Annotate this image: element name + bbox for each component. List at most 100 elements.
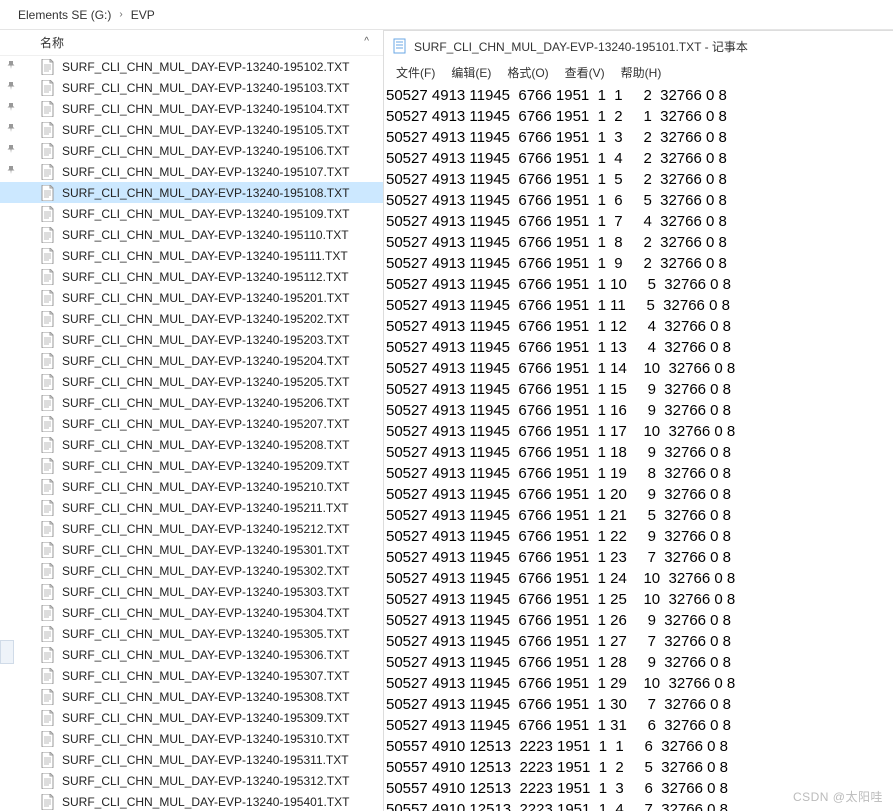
file-row[interactable]: SURF_CLI_CHN_MUL_DAY-EVP-13240-195306.TX… xyxy=(0,644,383,665)
text-file-icon xyxy=(40,164,56,180)
notepad-window: SURF_CLI_CHN_MUL_DAY-EVP-13240-195101.TX… xyxy=(384,30,893,811)
text-line: 50527 4913 11945 6766 1951 1 24 10 32766… xyxy=(384,568,893,589)
file-name: SURF_CLI_CHN_MUL_DAY-EVP-13240-195201.TX… xyxy=(62,291,349,305)
column-header[interactable]: 名称 ^ xyxy=(0,30,383,56)
file-name: SURF_CLI_CHN_MUL_DAY-EVP-13240-195110.TX… xyxy=(62,228,349,242)
pin-icon[interactable] xyxy=(6,81,18,94)
pin-icon[interactable] xyxy=(6,102,18,115)
text-file-icon xyxy=(40,563,56,579)
file-row[interactable]: SURF_CLI_CHN_MUL_DAY-EVP-13240-195109.TX… xyxy=(0,203,383,224)
menu-item[interactable]: 帮助(H) xyxy=(615,62,668,83)
file-name: SURF_CLI_CHN_MUL_DAY-EVP-13240-195102.TX… xyxy=(62,60,349,74)
pin-icon[interactable] xyxy=(6,123,18,136)
file-row[interactable]: SURF_CLI_CHN_MUL_DAY-EVP-13240-195212.TX… xyxy=(0,518,383,539)
text-file-icon xyxy=(40,752,56,768)
file-row[interactable]: SURF_CLI_CHN_MUL_DAY-EVP-13240-195111.TX… xyxy=(0,245,383,266)
text-line: 50527 4913 11945 6766 1951 1 19 8 32766 … xyxy=(384,463,893,484)
pin-icon[interactable] xyxy=(6,60,18,73)
notepad-body[interactable]: 50527 4913 11945 6766 1951 1 1 2 32766 0… xyxy=(384,83,893,811)
file-row[interactable]: SURF_CLI_CHN_MUL_DAY-EVP-13240-195207.TX… xyxy=(0,413,383,434)
file-name: SURF_CLI_CHN_MUL_DAY-EVP-13240-195401.TX… xyxy=(62,795,349,809)
file-row[interactable]: SURF_CLI_CHN_MUL_DAY-EVP-13240-195107.TX… xyxy=(0,161,383,182)
text-file-icon xyxy=(40,374,56,390)
file-row[interactable]: SURF_CLI_CHN_MUL_DAY-EVP-13240-195209.TX… xyxy=(0,455,383,476)
text-line: 50527 4913 11945 6766 1951 1 1 2 32766 0… xyxy=(384,85,893,106)
file-row[interactable]: SURF_CLI_CHN_MUL_DAY-EVP-13240-195310.TX… xyxy=(0,728,383,749)
file-row[interactable]: SURF_CLI_CHN_MUL_DAY-EVP-13240-195210.TX… xyxy=(0,476,383,497)
file-row[interactable]: SURF_CLI_CHN_MUL_DAY-EVP-13240-195305.TX… xyxy=(0,623,383,644)
file-name: SURF_CLI_CHN_MUL_DAY-EVP-13240-195312.TX… xyxy=(62,774,349,788)
file-name: SURF_CLI_CHN_MUL_DAY-EVP-13240-195306.TX… xyxy=(62,648,349,662)
text-file-icon xyxy=(40,731,56,747)
file-row[interactable]: SURF_CLI_CHN_MUL_DAY-EVP-13240-195401.TX… xyxy=(0,791,383,811)
breadcrumb-folder[interactable]: EVP xyxy=(131,8,155,22)
file-row[interactable]: SURF_CLI_CHN_MUL_DAY-EVP-13240-195203.TX… xyxy=(0,329,383,350)
file-row[interactable]: SURF_CLI_CHN_MUL_DAY-EVP-13240-195311.TX… xyxy=(0,749,383,770)
text-file-icon xyxy=(40,773,56,789)
file-row[interactable]: SURF_CLI_CHN_MUL_DAY-EVP-13240-195104.TX… xyxy=(0,98,383,119)
breadcrumb-root[interactable]: Elements SE (G:) xyxy=(18,8,111,22)
text-file-icon xyxy=(40,269,56,285)
file-row[interactable]: SURF_CLI_CHN_MUL_DAY-EVP-13240-195205.TX… xyxy=(0,371,383,392)
menu-item[interactable]: 文件(F) xyxy=(390,62,441,83)
file-row[interactable]: SURF_CLI_CHN_MUL_DAY-EVP-13240-195302.TX… xyxy=(0,560,383,581)
file-row[interactable]: SURF_CLI_CHN_MUL_DAY-EVP-13240-195307.TX… xyxy=(0,665,383,686)
file-row[interactable]: SURF_CLI_CHN_MUL_DAY-EVP-13240-195208.TX… xyxy=(0,434,383,455)
file-name: SURF_CLI_CHN_MUL_DAY-EVP-13240-195105.TX… xyxy=(62,123,349,137)
file-row[interactable]: SURF_CLI_CHN_MUL_DAY-EVP-13240-195211.TX… xyxy=(0,497,383,518)
file-row[interactable]: SURF_CLI_CHN_MUL_DAY-EVP-13240-195108.TX… xyxy=(0,182,383,203)
file-name: SURF_CLI_CHN_MUL_DAY-EVP-13240-195210.TX… xyxy=(62,480,349,494)
menu-item[interactable]: 编辑(E) xyxy=(445,62,497,83)
notepad-titlebar[interactable]: SURF_CLI_CHN_MUL_DAY-EVP-13240-195101.TX… xyxy=(384,31,893,61)
file-row[interactable]: SURF_CLI_CHN_MUL_DAY-EVP-13240-195308.TX… xyxy=(0,686,383,707)
breadcrumb[interactable]: Elements SE (G:) › EVP xyxy=(0,0,893,30)
column-name-label[interactable]: 名称 xyxy=(40,34,383,51)
file-row[interactable]: SURF_CLI_CHN_MUL_DAY-EVP-13240-195303.TX… xyxy=(0,581,383,602)
text-file-icon xyxy=(40,794,56,810)
file-name: SURF_CLI_CHN_MUL_DAY-EVP-13240-195305.TX… xyxy=(62,627,349,641)
file-name: SURF_CLI_CHN_MUL_DAY-EVP-13240-195211.TX… xyxy=(62,501,349,515)
file-row[interactable]: SURF_CLI_CHN_MUL_DAY-EVP-13240-195301.TX… xyxy=(0,539,383,560)
file-row[interactable]: SURF_CLI_CHN_MUL_DAY-EVP-13240-195204.TX… xyxy=(0,350,383,371)
menu-item[interactable]: 查看(V) xyxy=(559,62,611,83)
file-row[interactable]: SURF_CLI_CHN_MUL_DAY-EVP-13240-195103.TX… xyxy=(0,77,383,98)
file-name: SURF_CLI_CHN_MUL_DAY-EVP-13240-195203.TX… xyxy=(62,333,349,347)
left-tab-icon xyxy=(0,640,14,664)
text-file-icon xyxy=(40,710,56,726)
text-line: 50527 4913 11945 6766 1951 1 4 2 32766 0… xyxy=(384,148,893,169)
file-row[interactable]: SURF_CLI_CHN_MUL_DAY-EVP-13240-195102.TX… xyxy=(0,56,383,77)
file-name: SURF_CLI_CHN_MUL_DAY-EVP-13240-195103.TX… xyxy=(62,81,349,95)
file-name: SURF_CLI_CHN_MUL_DAY-EVP-13240-195309.TX… xyxy=(62,711,349,725)
text-file-icon xyxy=(40,689,56,705)
text-line: 50527 4913 11945 6766 1951 1 2 1 32766 0… xyxy=(384,106,893,127)
text-file-icon xyxy=(40,395,56,411)
notepad-menubar[interactable]: 文件(F)编辑(E)格式(O)查看(V)帮助(H) xyxy=(384,61,893,83)
file-name: SURF_CLI_CHN_MUL_DAY-EVP-13240-195108.TX… xyxy=(62,186,349,200)
file-row[interactable]: SURF_CLI_CHN_MUL_DAY-EVP-13240-195112.TX… xyxy=(0,266,383,287)
text-line: 50527 4913 11945 6766 1951 1 17 10 32766… xyxy=(384,421,893,442)
pin-icon[interactable] xyxy=(6,144,18,157)
menu-item[interactable]: 格式(O) xyxy=(501,62,554,83)
file-row[interactable]: SURF_CLI_CHN_MUL_DAY-EVP-13240-195206.TX… xyxy=(0,392,383,413)
file-name: SURF_CLI_CHN_MUL_DAY-EVP-13240-195212.TX… xyxy=(62,522,349,536)
file-row[interactable]: SURF_CLI_CHN_MUL_DAY-EVP-13240-195105.TX… xyxy=(0,119,383,140)
text-file-icon xyxy=(40,521,56,537)
file-list[interactable]: SURF_CLI_CHN_MUL_DAY-EVP-13240-195102.TX… xyxy=(0,56,383,811)
text-line: 50527 4913 11945 6766 1951 1 6 5 32766 0… xyxy=(384,190,893,211)
text-line: 50527 4913 11945 6766 1951 1 27 7 32766 … xyxy=(384,631,893,652)
text-line: 50527 4913 11945 6766 1951 1 15 9 32766 … xyxy=(384,379,893,400)
text-file-icon xyxy=(40,101,56,117)
text-file-icon xyxy=(40,311,56,327)
file-row[interactable]: SURF_CLI_CHN_MUL_DAY-EVP-13240-195309.TX… xyxy=(0,707,383,728)
file-row[interactable]: SURF_CLI_CHN_MUL_DAY-EVP-13240-195201.TX… xyxy=(0,287,383,308)
watermark: CSDN @太阳哇 xyxy=(793,788,883,805)
file-row[interactable]: SURF_CLI_CHN_MUL_DAY-EVP-13240-195202.TX… xyxy=(0,308,383,329)
file-name: SURF_CLI_CHN_MUL_DAY-EVP-13240-195311.TX… xyxy=(62,753,349,767)
file-row[interactable]: SURF_CLI_CHN_MUL_DAY-EVP-13240-195110.TX… xyxy=(0,224,383,245)
text-line: 50527 4913 11945 6766 1951 1 23 7 32766 … xyxy=(384,547,893,568)
text-line: 50527 4913 11945 6766 1951 1 9 2 32766 0… xyxy=(384,253,893,274)
pin-icon[interactable] xyxy=(6,165,18,178)
file-row[interactable]: SURF_CLI_CHN_MUL_DAY-EVP-13240-195312.TX… xyxy=(0,770,383,791)
file-row[interactable]: SURF_CLI_CHN_MUL_DAY-EVP-13240-195304.TX… xyxy=(0,602,383,623)
file-row[interactable]: SURF_CLI_CHN_MUL_DAY-EVP-13240-195106.TX… xyxy=(0,140,383,161)
